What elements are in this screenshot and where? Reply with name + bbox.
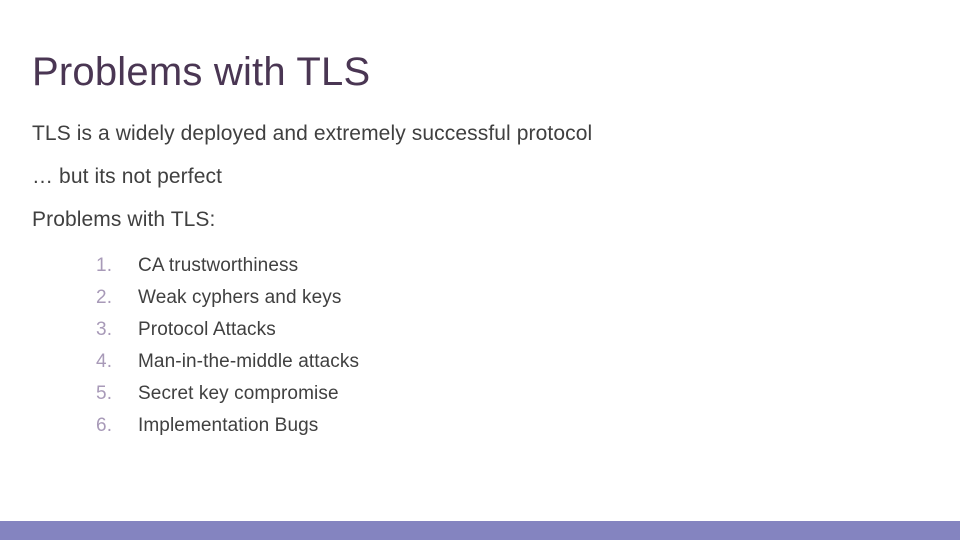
body-line-2: … but its not perfect (32, 165, 223, 188)
list-item: 2. Weak cyphers and keys (96, 282, 696, 314)
page-title: Problems with TLS (32, 49, 371, 94)
list-item-label: CA trustworthiness (138, 255, 299, 276)
slide-canvas: Problems with TLS TLS is a widely deploy… (0, 0, 960, 540)
list-item-number: 6. (96, 415, 113, 436)
body-line-1: TLS is a widely deployed and extremely s… (32, 122, 593, 145)
problems-list: 1. CA trustworthiness 2. Weak cyphers an… (56, 250, 696, 442)
list-item-number: 1. (96, 255, 113, 276)
body-line-3: Problems with TLS: (32, 208, 216, 231)
list-item-label: Secret key compromise (138, 383, 339, 404)
list-item: 6. Implementation Bugs (96, 410, 696, 442)
list-item-number: 4. (96, 351, 113, 372)
list-item-label: Implementation Bugs (138, 415, 319, 436)
list-item: 4. Man-in-the-middle attacks (96, 346, 696, 378)
list-item: 3. Protocol Attacks (96, 314, 696, 346)
list-item-number: 2. (96, 287, 113, 308)
body-text-block: TLS is a widely deployed and extremely s… (32, 112, 912, 241)
footer-accent-bar (0, 521, 960, 540)
list-item: 5. Secret key compromise (96, 378, 696, 410)
list-item-number: 5. (96, 383, 113, 404)
list-item-label: Man-in-the-middle attacks (138, 351, 360, 372)
list-item: 1. CA trustworthiness (96, 250, 696, 282)
list-item-label: Protocol Attacks (138, 319, 276, 340)
list-item-label: Weak cyphers and keys (138, 287, 342, 308)
list-item-number: 3. (96, 319, 113, 340)
